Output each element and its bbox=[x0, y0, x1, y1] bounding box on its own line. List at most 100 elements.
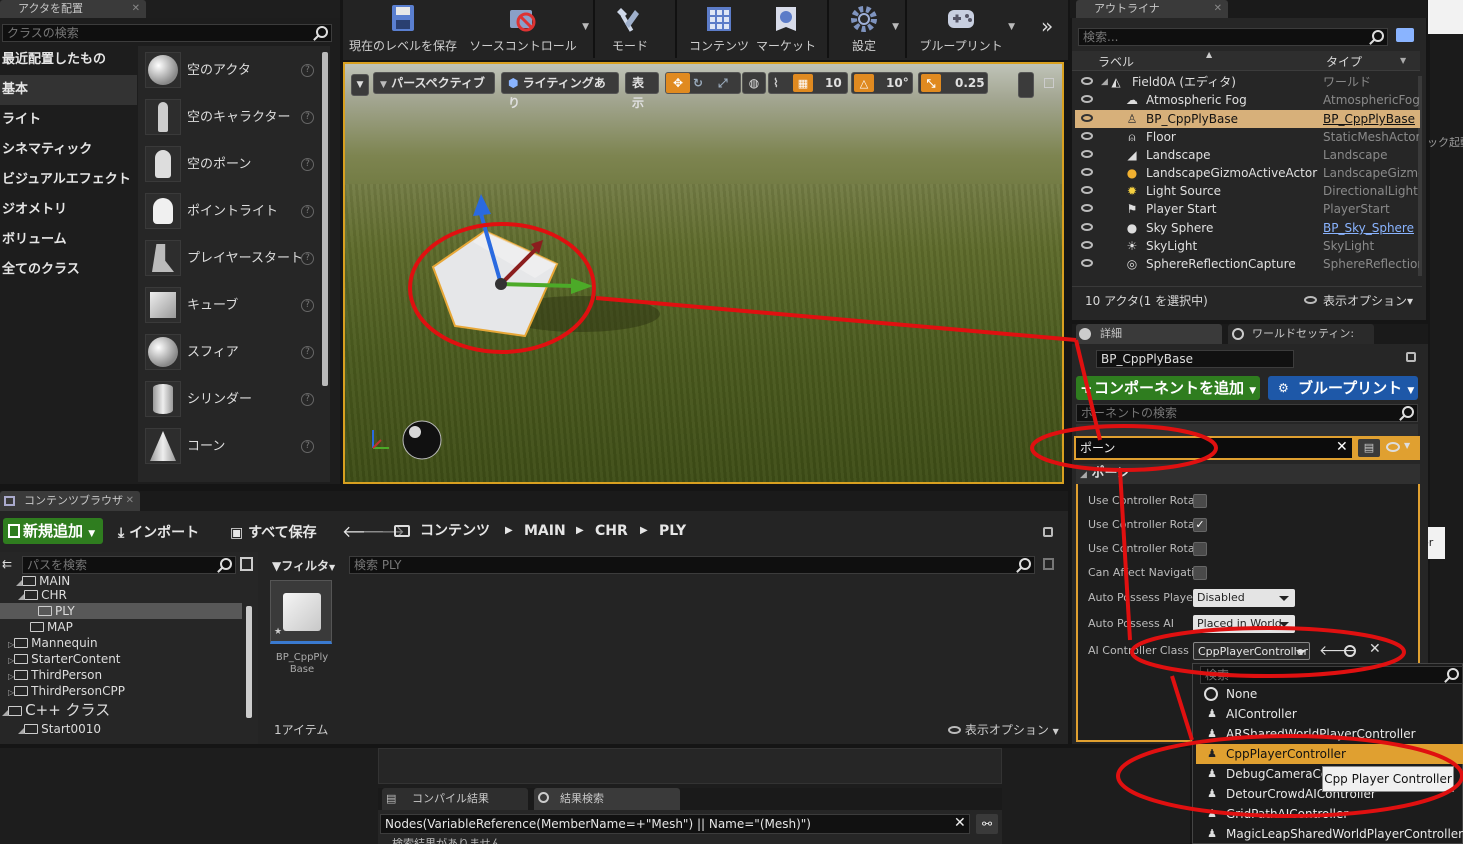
add-component-button[interactable]: + コンポーネントを追加 ▼ bbox=[1076, 376, 1260, 400]
save-level-button[interactable]: 現在のレベルを保存 bbox=[347, 0, 459, 56]
tree-item-ply-selected[interactable] bbox=[0, 603, 242, 619]
eye-icon[interactable] bbox=[1081, 114, 1093, 122]
can-affect-navigation-checkbox[interactable] bbox=[1193, 566, 1207, 580]
help-icon[interactable]: ? bbox=[301, 393, 314, 406]
blueprint-button[interactable]: ⚙ ブループリント ▼ bbox=[1268, 376, 1418, 400]
tab-place-actors[interactable]: アクタを配置 ✕ bbox=[0, 0, 146, 18]
eye-icon[interactable] bbox=[1081, 77, 1093, 85]
actor-item-empty-pawn[interactable]: 空のポーン ? bbox=[142, 142, 320, 188]
browse-icon[interactable] bbox=[1344, 645, 1356, 657]
actor-item-sphere[interactable]: スフィア ? bbox=[142, 330, 320, 376]
outliner-row[interactable]: ☀ SkyLight SkyLight bbox=[1075, 237, 1420, 255]
eye-icon[interactable] bbox=[1386, 442, 1400, 452]
class-option[interactable]: None bbox=[1196, 684, 1463, 704]
outliner-row[interactable]: ◢ ◭ Field0A (エディタ) ワールド bbox=[1075, 73, 1420, 91]
eye-icon[interactable] bbox=[1081, 132, 1093, 140]
tab-compile-results[interactable]: ▤ コンパイル結果 bbox=[382, 788, 528, 810]
list-view-icon[interactable] bbox=[240, 557, 253, 571]
outliner-row[interactable]: ● LandscapeGizmoActiveActor LandscapeGiz… bbox=[1075, 164, 1420, 182]
toolbar-more-button[interactable]: » bbox=[1041, 14, 1053, 38]
eye-icon[interactable] bbox=[1081, 95, 1093, 103]
actor-item-point-light[interactable]: ポイントライト ? bbox=[142, 189, 320, 235]
tab-world-settings[interactable]: ワールドセッティン: bbox=[1228, 324, 1374, 344]
actor-name-field[interactable]: BP_CppPlyBase bbox=[1096, 350, 1294, 368]
help-icon[interactable]: ? bbox=[301, 346, 314, 359]
outliner-row-selected[interactable]: ♙ BP_CppPlyBase BP_CppPlyBase bbox=[1075, 110, 1420, 128]
close-icon[interactable]: ✕ bbox=[1214, 0, 1222, 18]
eye-icon[interactable] bbox=[1081, 150, 1093, 158]
class-option[interactable]: ♟ MagicLeapSharedWorldPlayerController bbox=[1196, 824, 1463, 844]
add-folder-icon[interactable] bbox=[1396, 28, 1414, 42]
help-icon[interactable]: ? bbox=[301, 440, 314, 453]
tree-item-map[interactable]: MAP bbox=[30, 619, 73, 635]
property-matrix-icon[interactable]: ▤ bbox=[1358, 439, 1380, 457]
eye-icon[interactable] bbox=[1081, 204, 1093, 212]
tree-scrollbar[interactable] bbox=[246, 606, 252, 718]
category-all-classes[interactable]: 全てのクラス bbox=[0, 255, 137, 285]
path-search-input[interactable]: パスを検索 bbox=[22, 556, 236, 574]
outliner-view-options-button[interactable]: 表示オプション▾ bbox=[1323, 292, 1413, 309]
category-visual-effects[interactable]: ビジュアルエフェクト bbox=[0, 165, 137, 195]
lock-icon[interactable] bbox=[1406, 352, 1416, 362]
save-search-icon[interactable] bbox=[1043, 558, 1054, 570]
category-lights[interactable]: ライト bbox=[0, 105, 137, 135]
eye-icon[interactable] bbox=[1081, 259, 1093, 267]
tree-item-main[interactable]: ◢ MAIN bbox=[16, 573, 70, 587]
column-label-header[interactable]: ラベル bbox=[1098, 53, 1134, 70]
help-icon[interactable]: ? bbox=[301, 205, 314, 218]
outliner-search-input[interactable]: 検索... bbox=[1078, 28, 1388, 46]
help-icon[interactable]: ? bbox=[301, 64, 314, 77]
help-icon[interactable]: ? bbox=[301, 299, 314, 312]
eye-icon[interactable] bbox=[1081, 186, 1093, 194]
outliner-row[interactable]: ● Sky Sphere BP_Sky_Sphere bbox=[1075, 219, 1420, 237]
add-new-button[interactable]: 新規追加 ▼ bbox=[3, 518, 103, 544]
tab-outliner[interactable]: アウトライナ ✕ bbox=[1076, 0, 1228, 18]
clear-search-icon[interactable]: ✕ bbox=[954, 815, 966, 831]
actor-item-cylinder[interactable]: シリンダー ? bbox=[142, 377, 320, 423]
eye-icon[interactable] bbox=[1081, 241, 1093, 249]
actor-item-player-start[interactable]: プレイヤースタート ? bbox=[142, 236, 320, 282]
class-option[interactable]: ♟ GridPathAIController bbox=[1196, 804, 1463, 824]
content-button[interactable]: コンテンツ bbox=[683, 0, 755, 56]
chevron-down-icon[interactable]: ▼ bbox=[892, 22, 899, 32]
actor-item-cube[interactable]: キューブ ? bbox=[142, 283, 320, 329]
outliner-row[interactable]: ⍝ Floor StaticMeshActor bbox=[1075, 128, 1420, 146]
clear-icon[interactable]: ✕ bbox=[1369, 641, 1381, 657]
find-search-input[interactable]: Nodes(VariableReference(MemberName=+"Mes… bbox=[380, 814, 970, 834]
outliner-row[interactable]: ✹ Light Source DirectionalLight bbox=[1075, 182, 1420, 200]
tree-item-ply[interactable]: PLY bbox=[38, 603, 75, 619]
auto-possess-player-select[interactable]: Disabled bbox=[1193, 589, 1295, 607]
outliner-row-type-link[interactable]: BP_Sky_Sphere bbox=[1323, 219, 1419, 237]
class-option[interactable]: ♟ ARSharedWorldPlayerController bbox=[1196, 724, 1463, 744]
breadcrumb-main[interactable]: MAIN bbox=[524, 522, 566, 540]
filter-button[interactable]: ▼フィルタ▼ bbox=[272, 557, 335, 574]
actor-list-scrollbar[interactable] bbox=[322, 52, 328, 386]
breadcrumb-chr[interactable]: CHR bbox=[595, 522, 628, 540]
category-cinematic[interactable]: シネマティック bbox=[0, 135, 137, 165]
breadcrumb-ply[interactable]: PLY bbox=[659, 522, 686, 540]
tab-content-browser[interactable]: コンテンツブラウザ ✕ bbox=[0, 491, 140, 511]
eye-icon[interactable] bbox=[1081, 223, 1093, 231]
marketplace-button[interactable]: マーケット bbox=[755, 0, 817, 56]
chevron-down-icon[interactable]: ▼ bbox=[1400, 56, 1406, 65]
asset-search-input[interactable]: 検索 PLY bbox=[349, 556, 1035, 574]
outliner-row[interactable]: ☁ Atmospheric Fog AtmosphericFog bbox=[1075, 91, 1420, 109]
use-controller-rotation-roll-checkbox[interactable] bbox=[1193, 542, 1207, 556]
actor-item-cone[interactable]: コーン ? bbox=[142, 424, 320, 470]
help-icon[interactable]: ? bbox=[301, 158, 314, 171]
pawn-section-header[interactable]: ◢ ポーン bbox=[1076, 464, 1420, 484]
source-control-button[interactable]: ソースコントロール ▼ bbox=[463, 0, 589, 56]
category-volumes[interactable]: ボリューム bbox=[0, 225, 137, 255]
close-icon[interactable]: ✕ bbox=[126, 491, 134, 511]
outliner-row-type-link[interactable]: BP_CppPlyBase bbox=[1323, 110, 1419, 128]
use-controller-rotation-pitch-checkbox[interactable] bbox=[1193, 494, 1207, 508]
component-search-input[interactable]: ポーネントの検索 bbox=[1076, 404, 1418, 422]
eye-icon[interactable] bbox=[1081, 168, 1093, 176]
help-icon[interactable]: ? bbox=[301, 111, 314, 124]
outliner-row[interactable]: ◢ Landscape Landscape bbox=[1075, 146, 1420, 164]
actor-item-empty-actor[interactable]: 空のアクタ ? bbox=[142, 48, 320, 94]
tab-details[interactable]: 詳細 bbox=[1076, 324, 1222, 344]
chevron-down-icon[interactable]: ▼ bbox=[1404, 441, 1410, 450]
class-picker-search-input[interactable]: 検索 bbox=[1200, 666, 1463, 684]
outliner-row[interactable]: ⚑ Player Start PlayerStart bbox=[1075, 200, 1420, 218]
